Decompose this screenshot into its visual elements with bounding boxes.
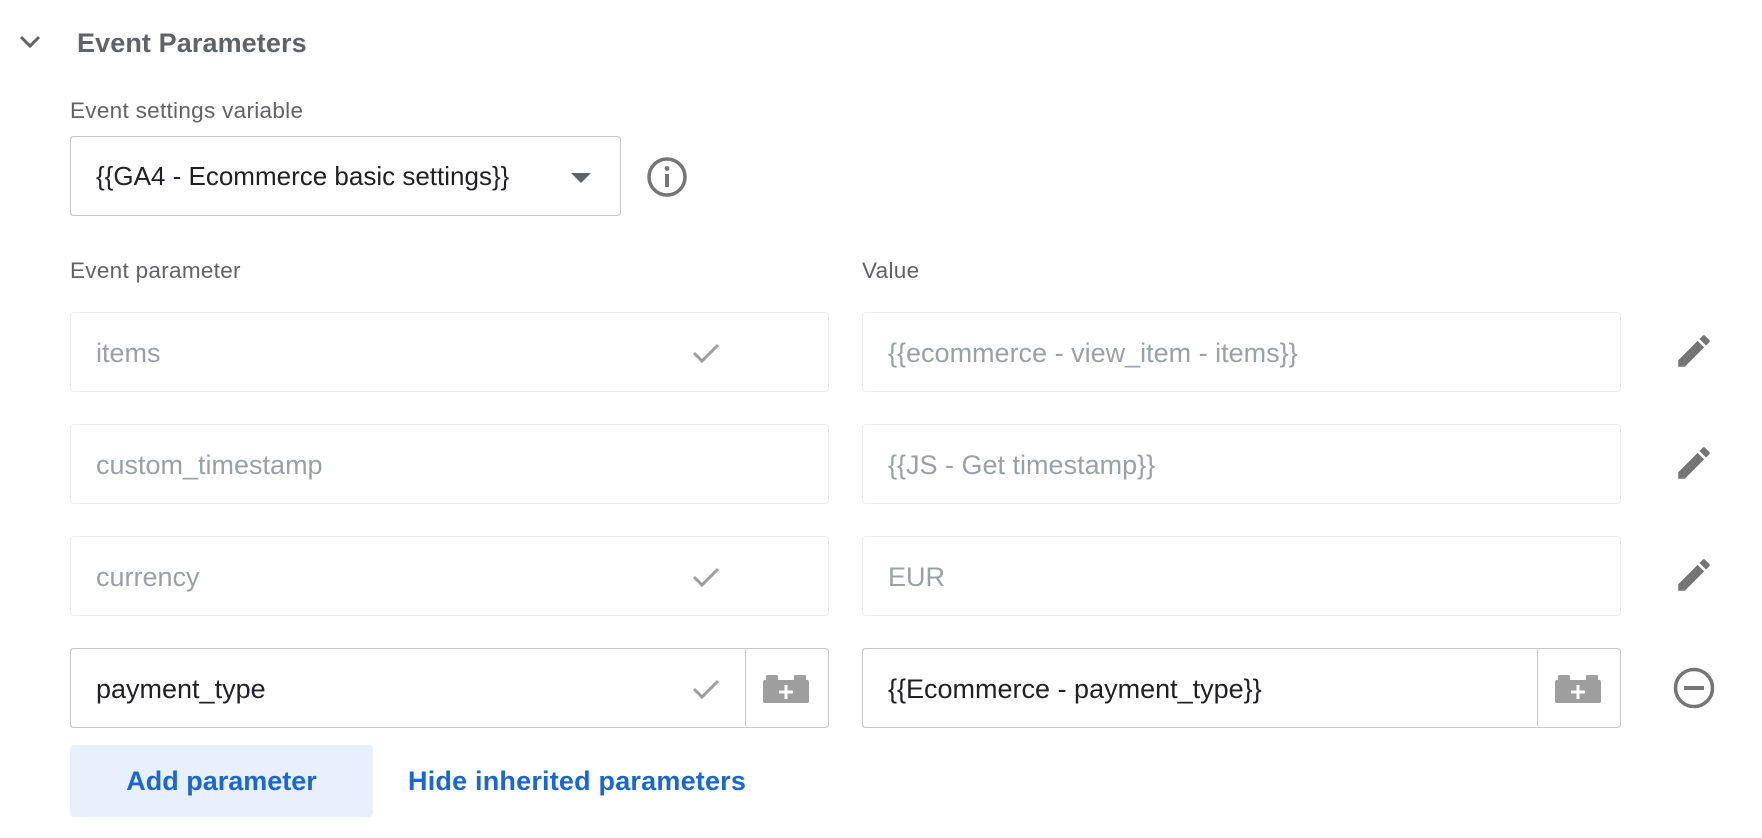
parameter-value: {{Ecommerce - payment_type}} <box>888 674 1262 704</box>
add-parameter-button[interactable]: Add parameter <box>70 745 373 817</box>
insert-variable-button[interactable] <box>1537 649 1620 726</box>
edit-pencil-icon[interactable] <box>1673 554 1715 596</box>
section-title: Event Parameters <box>77 28 307 58</box>
event-settings-label: Event settings variable <box>70 98 304 123</box>
parameter-value: {{JS - Get timestamp}} <box>888 450 1156 480</box>
column-header-parameter: Event parameter <box>70 258 241 283</box>
parameter-value-input[interactable]: {{Ecommerce - payment_type}} <box>862 648 1621 728</box>
parameter-value-field: {{ecommerce - view_item - items}} <box>862 312 1621 392</box>
column-header-value: Value <box>862 258 920 283</box>
event-settings-selected-value: {{GA4 - Ecommerce basic settings}} <box>96 161 510 191</box>
parameter-name: payment_type <box>96 674 266 704</box>
parameter-value: {{ecommerce - view_item - items}} <box>888 338 1298 368</box>
parameter-name-field: currency <box>70 536 829 616</box>
parameter-name: custom_timestamp <box>96 450 323 480</box>
check-icon <box>691 677 721 701</box>
collapse-chevron-icon[interactable] <box>18 30 42 54</box>
parameter-value-field: EUR <box>862 536 1621 616</box>
parameter-name-field: items <box>70 312 829 392</box>
hide-inherited-parameters-link[interactable]: Hide inherited parameters <box>408 766 746 797</box>
remove-circle-icon[interactable] <box>1672 666 1716 710</box>
info-icon[interactable] <box>646 156 688 198</box>
brick-add-icon <box>763 675 809 703</box>
parameter-value: EUR <box>888 562 946 592</box>
parameter-name-input[interactable]: payment_type <box>70 648 829 728</box>
parameter-name: currency <box>96 562 200 592</box>
check-icon <box>691 565 721 589</box>
edit-pencil-icon[interactable] <box>1673 330 1715 372</box>
check-icon <box>691 341 721 365</box>
insert-variable-button[interactable] <box>745 649 828 726</box>
edit-pencil-icon[interactable] <box>1673 442 1715 484</box>
parameter-value-field: {{JS - Get timestamp}} <box>862 424 1621 504</box>
event-settings-select[interactable]: {{GA4 - Ecommerce basic settings}} <box>70 136 621 216</box>
brick-add-icon <box>1555 675 1601 703</box>
parameter-name: items <box>96 338 161 368</box>
dropdown-caret-icon <box>571 173 591 183</box>
parameter-name-field: custom_timestamp <box>70 424 829 504</box>
